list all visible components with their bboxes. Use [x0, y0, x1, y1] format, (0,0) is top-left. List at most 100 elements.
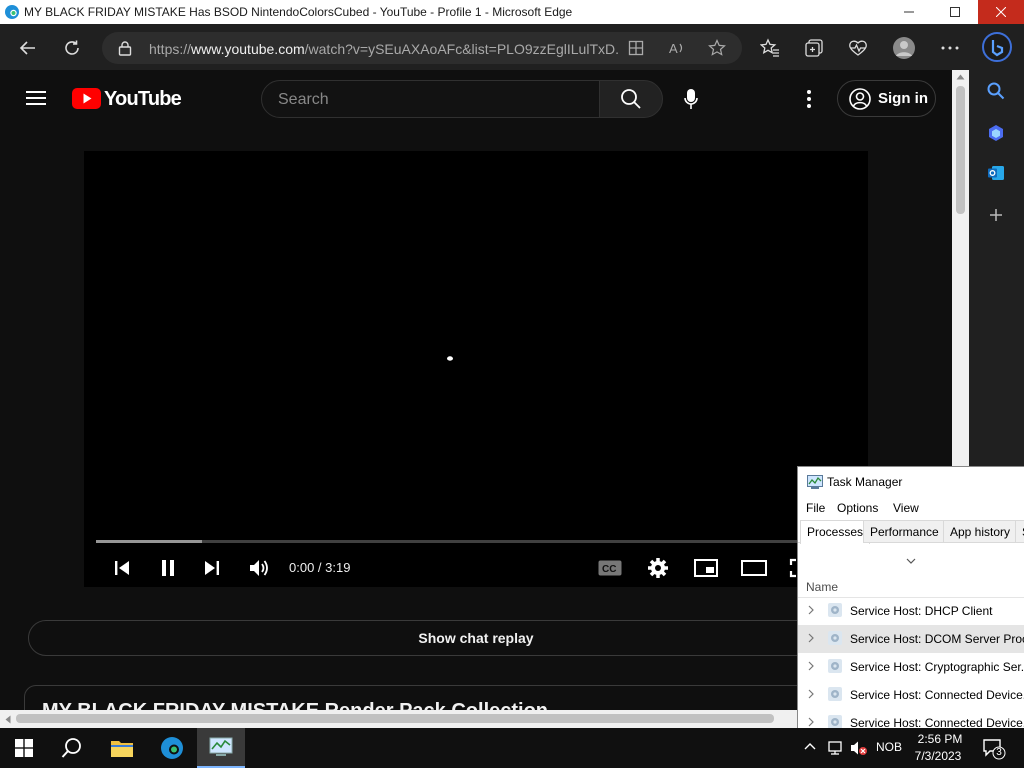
expand-chevron-icon[interactable]	[808, 717, 814, 727]
next-button[interactable]	[197, 553, 227, 583]
volume-icon	[250, 560, 268, 576]
process-row[interactable]: Service Host: Connected Device...	[798, 681, 1024, 709]
voice-search-button[interactable]	[672, 80, 710, 118]
sidebar-add-icon[interactable]	[985, 204, 1007, 226]
tab-performance[interactable]: Performance	[863, 520, 946, 543]
task-manager-taskbar-button[interactable]	[197, 728, 245, 768]
previous-button[interactable]	[107, 553, 137, 583]
subtitles-button[interactable]: CC	[595, 553, 625, 583]
clock-time[interactable]: 2:56 PM	[916, 732, 964, 746]
sidebar-outlook-icon[interactable]	[985, 162, 1007, 184]
profile-avatar[interactable]	[890, 34, 918, 62]
expand-chevron-icon[interactable]	[808, 661, 814, 671]
column-header-name[interactable]: Name	[806, 580, 838, 594]
svg-text:A: A	[669, 41, 678, 56]
playlist-panel: MY BLACK FRIDAY MISTAKE Render Pack Coll…	[24, 685, 928, 710]
tab-app-history[interactable]: App history	[943, 520, 1018, 543]
task-manager-tabs: Processes Performance App history S	[798, 520, 1024, 544]
bing-chat-icon[interactable]	[982, 32, 1012, 62]
favorite-star-icon[interactable]	[708, 39, 726, 57]
sidebar-search-icon[interactable]	[985, 80, 1007, 102]
back-button[interactable]	[14, 34, 42, 62]
favorites-icon[interactable]	[756, 34, 784, 62]
more-menu-icon[interactable]	[936, 34, 964, 62]
svg-text:CC: CC	[602, 564, 616, 575]
refresh-button[interactable]	[58, 34, 86, 62]
tab-processes[interactable]: Processes	[800, 520, 871, 544]
process-name: Service Host: DCOM Server Proc...	[850, 632, 1024, 646]
task-manager-title: Task Manager	[827, 475, 903, 489]
show-chat-replay-button[interactable]: Show chat replay	[28, 620, 924, 656]
gear-icon	[648, 558, 668, 578]
expand-chevron-icon[interactable]	[808, 605, 814, 615]
task-manager-window[interactable]: Task Manager File Options View Processes…	[797, 466, 1024, 728]
network-icon[interactable]	[827, 740, 845, 756]
youtube-logo-text[interactable]: YouTube	[104, 88, 182, 111]
service-gear-icon	[827, 714, 843, 728]
volume-muted-icon[interactable]	[850, 740, 868, 756]
scroll-left-arrow-icon	[5, 715, 11, 724]
app-available-icon[interactable]	[628, 40, 644, 56]
process-row[interactable]: Service Host: DHCP Client	[798, 597, 1024, 625]
expand-chevron-icon[interactable]	[808, 689, 814, 699]
notification-center-icon[interactable]: 3	[982, 738, 1006, 760]
folder-icon	[111, 741, 133, 757]
sign-in-button[interactable]: Sign in	[837, 80, 936, 117]
progress-bar[interactable]	[96, 540, 856, 543]
windows-logo-icon	[15, 739, 33, 757]
sidebar-copilot-icon[interactable]	[985, 122, 1007, 144]
url-text[interactable]: https://www.youtube.com/watch?v=ySEuAXAo…	[149, 41, 619, 57]
skip-previous-icon	[115, 561, 129, 575]
process-row[interactable]: Service Host: Connected Device...	[798, 709, 1024, 728]
loading-spinner-icon	[447, 356, 453, 361]
account-icon	[849, 88, 871, 110]
vertical-scrollbar-thumb[interactable]	[956, 86, 965, 214]
theater-mode-icon	[741, 560, 767, 576]
video-player[interactable]: 0:00 / 3:19 CC	[84, 151, 868, 587]
pause-button[interactable]	[153, 553, 183, 583]
process-row[interactable]: Service Host: DCOM Server Proc...	[798, 625, 1024, 653]
microphone-icon	[684, 89, 698, 109]
clock-date[interactable]: 7/3/2023	[912, 749, 964, 763]
horizontal-scrollbar-thumb[interactable]	[16, 714, 774, 723]
horizontal-scrollbar[interactable]	[0, 710, 800, 728]
settings-button[interactable]	[643, 553, 673, 583]
notification-count: 3	[996, 747, 1002, 758]
settings-more-icon[interactable]	[796, 86, 822, 112]
miniplayer-button[interactable]	[691, 553, 721, 583]
service-gear-icon	[827, 602, 843, 618]
file-explorer-button[interactable]	[98, 728, 146, 768]
hamburger-menu-icon[interactable]	[26, 90, 46, 106]
playlist-title[interactable]: MY BLACK FRIDAY MISTAKE Render Pack Coll…	[42, 700, 548, 710]
start-button[interactable]	[0, 728, 48, 768]
input-language[interactable]: NOB	[876, 740, 902, 754]
search-button[interactable]	[599, 80, 663, 118]
search-icon	[61, 738, 81, 758]
menu-options[interactable]: Options	[837, 501, 878, 515]
youtube-logo-icon[interactable]	[72, 88, 101, 109]
collections-icon[interactable]	[800, 34, 828, 62]
process-row[interactable]: Service Host: Cryptographic Ser...	[798, 653, 1024, 681]
menu-file[interactable]: File	[806, 501, 825, 515]
show-hidden-icons-chevron-up-icon[interactable]	[804, 742, 816, 750]
lock-icon[interactable]	[118, 40, 132, 56]
tab-startup[interactable]: S	[1015, 520, 1024, 543]
address-bar[interactable]: https://www.youtube.com/watch?v=ySEuAXAo…	[102, 32, 742, 64]
maximize-button[interactable]	[932, 0, 978, 24]
sort-chevron-down-icon[interactable]	[906, 558, 916, 564]
taskbar-search-button[interactable]	[48, 728, 96, 768]
scroll-up-arrow-icon	[956, 74, 965, 80]
time-display: 0:00 / 3:19	[289, 560, 351, 575]
close-button[interactable]	[978, 0, 1024, 24]
process-name: Service Host: Connected Device...	[850, 716, 1024, 728]
edge-taskbar-button[interactable]	[148, 728, 196, 768]
expand-chevron-icon[interactable]	[808, 633, 814, 643]
volume-button[interactable]	[244, 553, 274, 583]
search-input[interactable]: Search	[261, 80, 600, 118]
edge-icon	[161, 737, 183, 759]
minimize-button[interactable]	[886, 0, 932, 24]
menu-view[interactable]: View	[893, 501, 919, 515]
read-aloud-icon[interactable]: A	[668, 39, 686, 57]
theater-mode-button[interactable]	[739, 553, 769, 583]
browser-essentials-icon[interactable]	[844, 34, 872, 62]
